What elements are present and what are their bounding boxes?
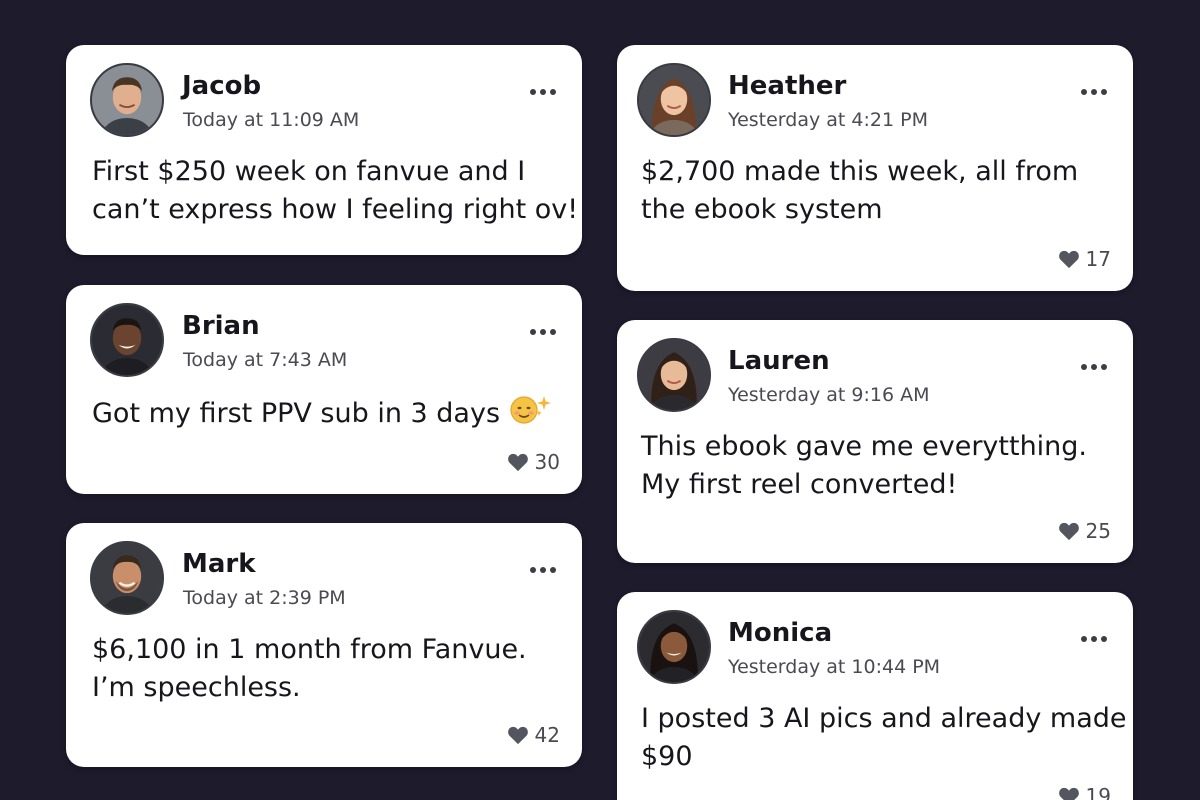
avatar-man-icon	[92, 65, 162, 135]
like-count: 42	[534, 723, 560, 747]
like-count: 25	[1085, 519, 1111, 543]
like-button[interactable]: 30	[507, 450, 560, 474]
avatar[interactable]	[90, 63, 164, 137]
post-text-line: the ebook system	[641, 194, 883, 225]
post-timestamp: Today at 11:09 AM	[183, 109, 360, 131]
more-options-icon[interactable]	[1081, 360, 1107, 374]
post-card: Jacob Today at 11:09 AM First $250 week …	[66, 45, 582, 255]
smiling-face-with-sparkles-icon	[508, 393, 554, 436]
avatar-man-icon	[92, 305, 162, 375]
post-text-line: can’t express how I feeling right ov!	[92, 194, 579, 225]
heart-icon	[507, 726, 528, 745]
post-card: Brian Today at 7:43 AM Got my first PPV …	[66, 285, 582, 494]
post-text-line: Got my first PPV sub in 3 days	[92, 398, 501, 429]
heart-icon	[1058, 250, 1079, 269]
avatar[interactable]	[90, 303, 164, 377]
more-options-icon[interactable]	[530, 85, 556, 99]
author-name[interactable]: Lauren	[728, 346, 830, 376]
author-name[interactable]: Brian	[182, 311, 260, 341]
post-text: Got my first PPV sub in 3 days	[92, 393, 562, 436]
post-card: Mark Today at 2:39 PM $6,100 in 1 month …	[66, 523, 582, 767]
post-text-line: My first reel converted!	[641, 469, 958, 500]
post-timestamp: Today at 7:43 AM	[183, 349, 348, 371]
avatar[interactable]	[90, 541, 164, 615]
post-timestamp: Yesterday at 9:16 AM	[728, 384, 930, 406]
avatar-woman-icon	[639, 340, 709, 410]
like-count: 30	[534, 450, 560, 474]
avatar[interactable]	[637, 338, 711, 412]
post-text-line: $90	[641, 741, 693, 772]
post-text-line: $6,100 in 1 month from Fanvue.	[92, 634, 527, 665]
like-button[interactable]: 17	[1058, 247, 1111, 271]
post-card: Monica Yesterday at 10:44 PM I posted 3 …	[617, 592, 1133, 800]
like-count: 17	[1085, 247, 1111, 271]
author-name[interactable]: Heather	[728, 71, 846, 101]
heart-icon	[507, 453, 528, 472]
post-text: This ebook gave me everytthing. My first…	[641, 428, 1113, 504]
post-card: Heather Yesterday at 4:21 PM $2,700 made…	[617, 45, 1133, 291]
avatar-woman-icon	[639, 65, 709, 135]
like-count: 19	[1085, 784, 1111, 800]
post-text: I posted 3 AI pics and already made $90	[641, 700, 1127, 776]
post-timestamp: Yesterday at 10:44 PM	[728, 656, 941, 678]
post-text: $2,700 made this week, all from the eboo…	[641, 153, 1113, 229]
like-button[interactable]: 25	[1058, 519, 1111, 543]
post-text-line: This ebook gave me everytthing.	[641, 431, 1088, 462]
post-timestamp: Yesterday at 4:21 PM	[728, 109, 928, 131]
author-name[interactable]: Mark	[182, 549, 256, 579]
more-options-icon[interactable]	[1081, 632, 1107, 646]
post-text-line: $2,700 made this week, all from	[641, 156, 1079, 187]
post-card: Lauren Yesterday at 9:16 AM This ebook g…	[617, 320, 1133, 563]
post-text: $6,100 in 1 month from Fanvue. I’m speec…	[92, 631, 562, 707]
post-text-line: I posted 3 AI pics and already made	[641, 703, 1127, 734]
like-button[interactable]: 42	[507, 723, 560, 747]
avatar-man-icon	[92, 543, 162, 613]
avatar[interactable]	[637, 610, 711, 684]
heart-icon	[1058, 787, 1079, 800]
more-options-icon[interactable]	[1081, 85, 1107, 99]
post-timestamp: Today at 2:39 PM	[183, 587, 346, 609]
author-name[interactable]: Jacob	[182, 71, 261, 101]
like-button[interactable]: 19	[1058, 784, 1111, 800]
avatar-woman-icon	[639, 612, 709, 682]
author-name[interactable]: Monica	[728, 618, 832, 648]
post-text-line: I’m speechless.	[92, 672, 301, 703]
heart-icon	[1058, 522, 1079, 541]
more-options-icon[interactable]	[530, 563, 556, 577]
testimonial-feed: Jacob Today at 11:09 AM First $250 week …	[0, 0, 1200, 800]
avatar[interactable]	[637, 63, 711, 137]
more-options-icon[interactable]	[530, 325, 556, 339]
post-text: First $250 week on fanvue and I can’t ex…	[92, 153, 579, 229]
post-text-line: First $250 week on fanvue and I	[92, 156, 526, 187]
